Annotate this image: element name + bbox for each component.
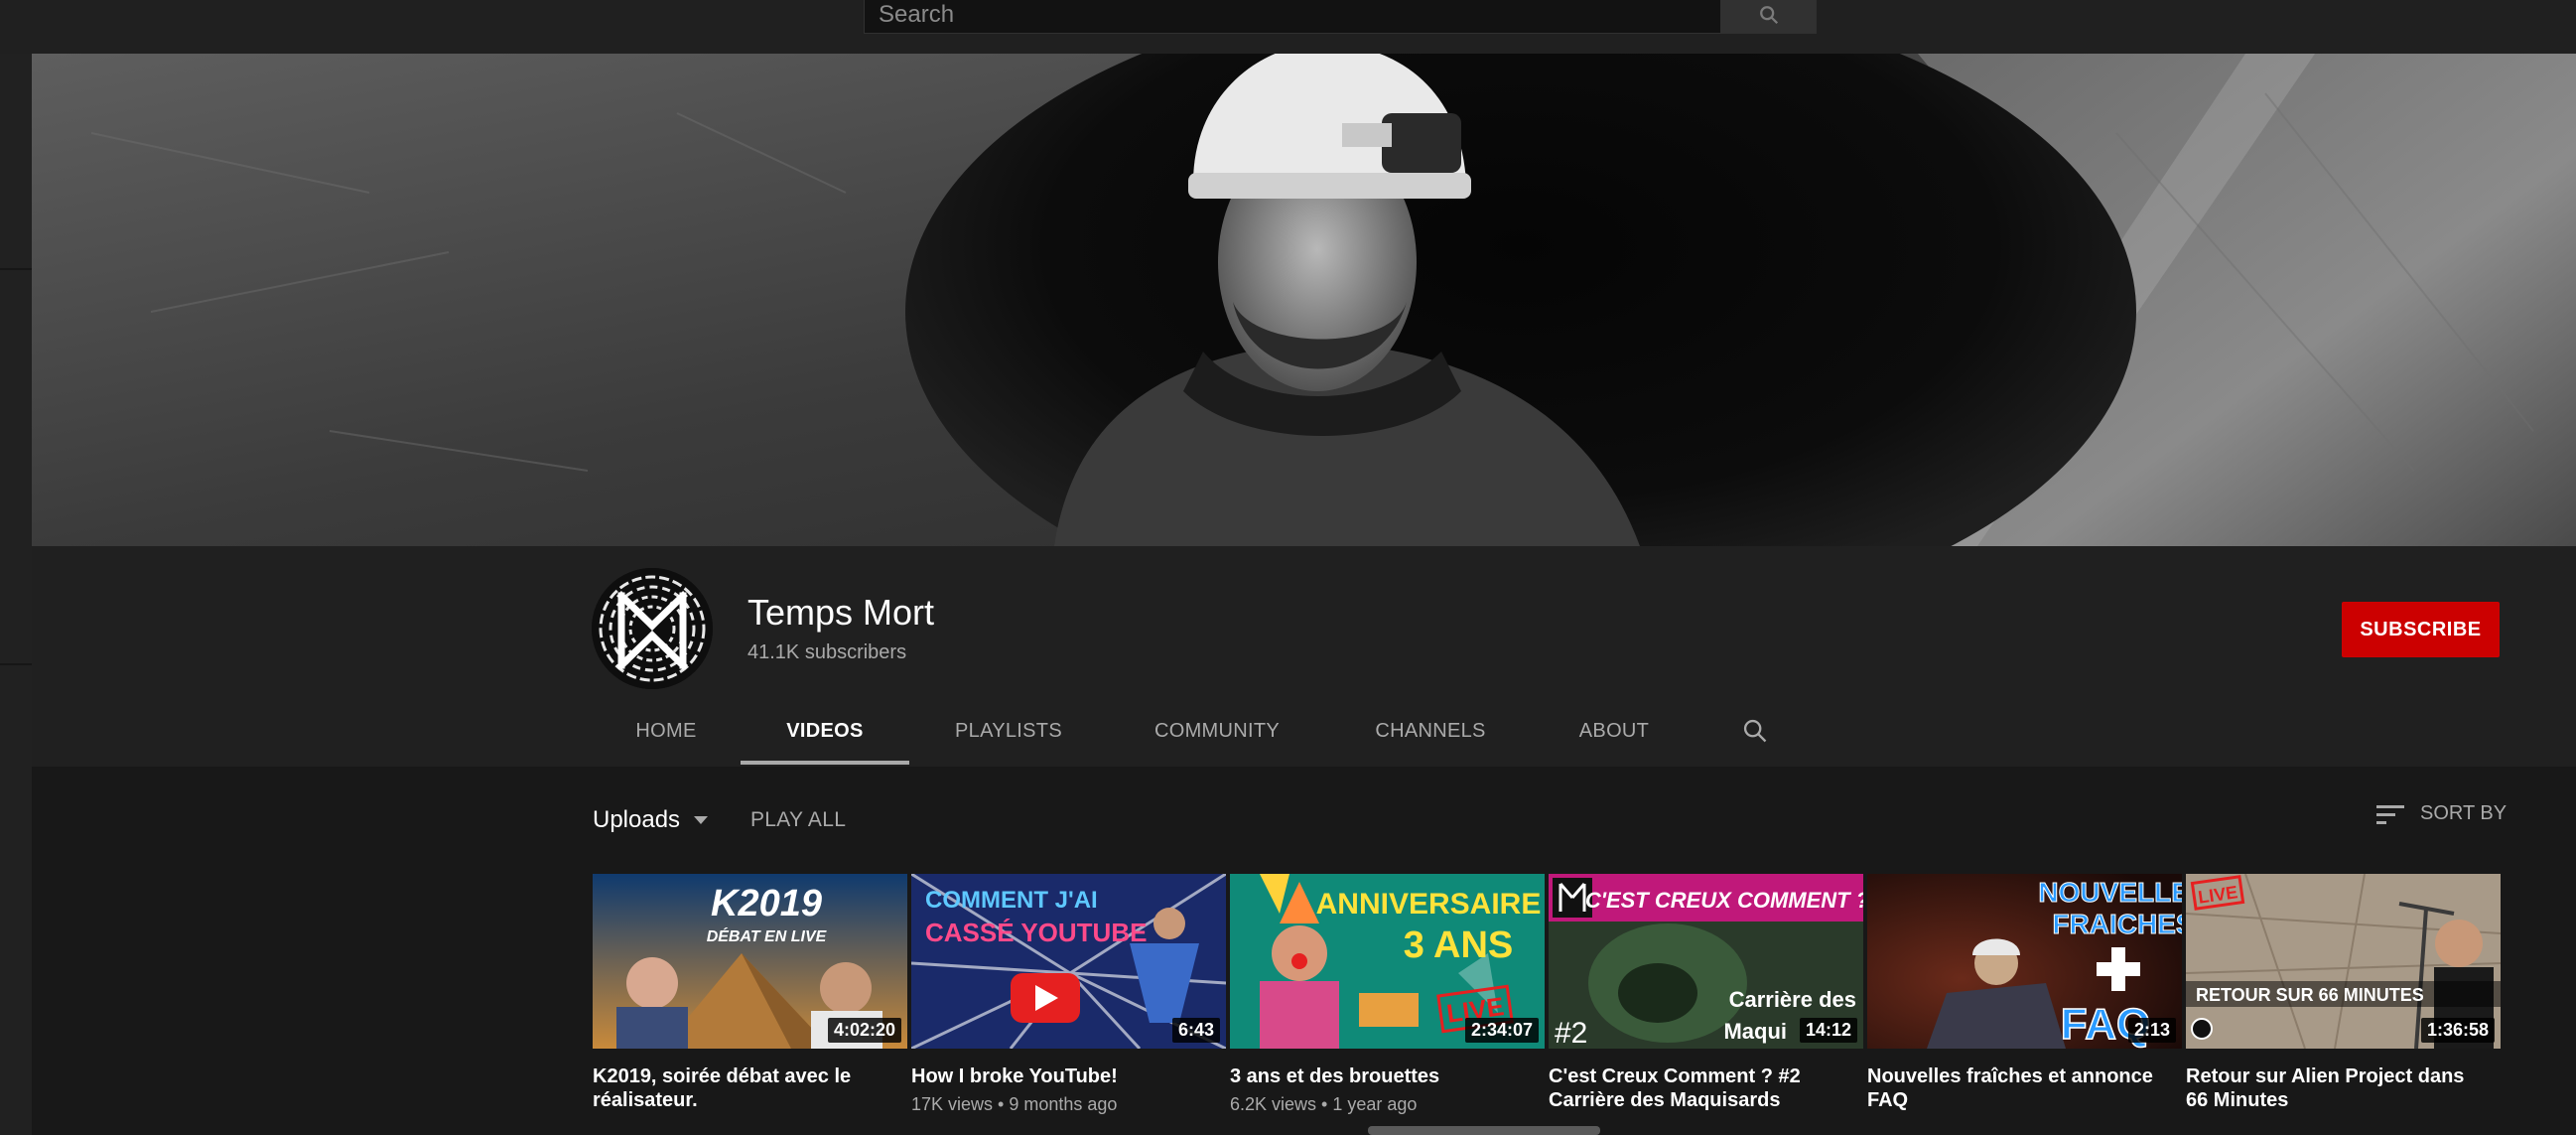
channel-search-button[interactable] bbox=[1723, 695, 1787, 767]
thumbnail-text: ANNIVERSAIRE bbox=[1316, 888, 1542, 921]
video-thumbnail[interactable]: COMMENT J'AI CASSÉ YOUTUBE 6:43 bbox=[911, 874, 1226, 1049]
channel-tabs: HOME VIDEOS PLAYLISTS COMMUNITY CHANNELS… bbox=[592, 695, 1787, 767]
play-all-button[interactable]: PLAY ALL bbox=[750, 808, 846, 832]
video-title[interactable]: 3 ans et des brouettes bbox=[1230, 1064, 1528, 1088]
caret-down-icon bbox=[694, 816, 709, 824]
fingerprint-logo-icon bbox=[592, 568, 713, 689]
video-thumbnail[interactable]: NOUVELLES FRAICHES FAQ 2:13 bbox=[1867, 874, 2182, 1049]
thumbnail-text: #2 bbox=[1555, 1017, 1587, 1049]
video-card[interactable]: K2019 DÉBAT EN LIVE 4:02:20 K2019, soiré… bbox=[593, 874, 907, 1118]
subscribe-button[interactable]: SUBSCRIBE bbox=[2342, 602, 2500, 657]
video-title[interactable]: How I broke YouTube! bbox=[911, 1064, 1209, 1088]
subscriber-count: 41.1K subscribers bbox=[747, 641, 907, 663]
video-duration: 2:34:07 bbox=[1464, 1018, 1539, 1043]
video-title[interactable]: K2019, soirée débat avec le réalisateur. bbox=[593, 1064, 890, 1112]
search-icon bbox=[1759, 6, 1778, 25]
video-duration: 4:02:20 bbox=[827, 1018, 901, 1043]
video-thumbnail[interactable]: ANNIVERSAIRE 3 ANS LIVE 2:34:07 bbox=[1230, 874, 1545, 1049]
guide-strip bbox=[0, 54, 32, 1135]
thumbnail-text: C'EST CREUX COMMENT ? bbox=[1585, 888, 1863, 913]
sort-by-label: SORT BY bbox=[2420, 802, 2508, 824]
tab-home[interactable]: HOME bbox=[592, 695, 741, 767]
top-bar bbox=[0, 0, 2576, 54]
uploads-label: Uploads bbox=[593, 806, 681, 833]
sort-icon bbox=[2376, 804, 2404, 824]
thumbnail-text: K2019 bbox=[711, 883, 822, 924]
search-icon bbox=[1743, 719, 1767, 743]
video-title[interactable]: C'est Creux Comment ? #2 Carrière des Ma… bbox=[1549, 1064, 1846, 1112]
video-card[interactable]: NOUVELLES FRAICHES FAQ 2:13 Nouvelles fr… bbox=[1867, 874, 2182, 1118]
video-title[interactable]: Retour sur Alien Project dans 66 Minutes bbox=[2186, 1064, 2484, 1112]
video-thumbnail[interactable]: C'EST CREUX COMMENT ? Carrière des Maqui… bbox=[1549, 874, 1863, 1049]
horizontal-scrollbar[interactable] bbox=[1368, 1126, 1600, 1135]
video-thumbnail[interactable]: LIVE RETOUR SUR 66 MINUTES 1:36:58 bbox=[2186, 874, 2501, 1049]
search-button[interactable] bbox=[1721, 0, 1817, 34]
video-meta: 17K views • 9 months ago bbox=[911, 1094, 1118, 1114]
thumbnail-text: RETOUR SUR 66 MINUTES bbox=[2196, 985, 2424, 1005]
video-duration: 2:13 bbox=[2127, 1018, 2176, 1043]
search-bar bbox=[864, 0, 1817, 34]
channel-header: Temps Mort 41.1K subscribers SUBSCRIBE H… bbox=[32, 546, 2576, 767]
video-card[interactable]: ANNIVERSAIRE 3 ANS LIVE 2:34:07 3 ans et… bbox=[1230, 874, 1545, 1118]
video-meta: 6.2K views • 1 year ago bbox=[1230, 1094, 1418, 1114]
channel-avatar[interactable] bbox=[592, 568, 713, 689]
thumbnail-text: Carrière des bbox=[1729, 987, 1856, 1012]
thumbnail-text: COMMENT J'AI bbox=[925, 887, 1098, 914]
sort-by-button[interactable]: SORT BY bbox=[2376, 802, 2507, 825]
channel-name: Temps Mort bbox=[747, 592, 935, 633]
video-title[interactable]: Nouvelles fraîches et annonce FAQ bbox=[1867, 1064, 2165, 1112]
tab-videos[interactable]: VIDEOS bbox=[741, 695, 909, 767]
thumbnail-text: DÉBAT EN LIVE bbox=[707, 926, 828, 945]
thumbnail-text: FRAICHES bbox=[2052, 909, 2182, 939]
thumbnail-text: 3 ANS bbox=[1404, 924, 1514, 966]
tab-playlists[interactable]: PLAYLISTS bbox=[909, 695, 1108, 767]
guide-divider bbox=[0, 268, 32, 270]
video-card[interactable]: COMMENT J'AI CASSÉ YOUTUBE 6:43 How I br… bbox=[911, 874, 1226, 1118]
banner-image bbox=[32, 54, 2576, 546]
video-thumbnail[interactable]: K2019 DÉBAT EN LIVE 4:02:20 bbox=[593, 874, 907, 1049]
video-grid: K2019 DÉBAT EN LIVE 4:02:20 K2019, soiré… bbox=[593, 874, 2501, 1118]
guide-divider bbox=[0, 663, 32, 665]
tab-about[interactable]: ABOUT bbox=[1535, 695, 1694, 767]
thumbnail-text: NOUVELLES bbox=[2038, 877, 2182, 908]
thumbnail-text: CASSÉ YOUTUBE bbox=[925, 918, 1147, 947]
video-card[interactable]: C'EST CREUX COMMENT ? Carrière des Maqui… bbox=[1549, 874, 1863, 1118]
channel-banner bbox=[32, 54, 2576, 546]
search-input[interactable] bbox=[864, 0, 1721, 34]
uploads-dropdown[interactable]: Uploads bbox=[593, 806, 710, 834]
video-duration: 14:12 bbox=[1799, 1018, 1857, 1043]
thumbnail-text: Maqui bbox=[1723, 1019, 1787, 1044]
video-duration: 6:43 bbox=[1171, 1018, 1220, 1043]
video-duration: 1:36:58 bbox=[2420, 1018, 2495, 1043]
video-card[interactable]: LIVE RETOUR SUR 66 MINUTES 1:36:58 Retou… bbox=[2186, 874, 2501, 1118]
tab-channels[interactable]: CHANNELS bbox=[1326, 695, 1535, 767]
tab-community[interactable]: COMMUNITY bbox=[1108, 695, 1326, 767]
